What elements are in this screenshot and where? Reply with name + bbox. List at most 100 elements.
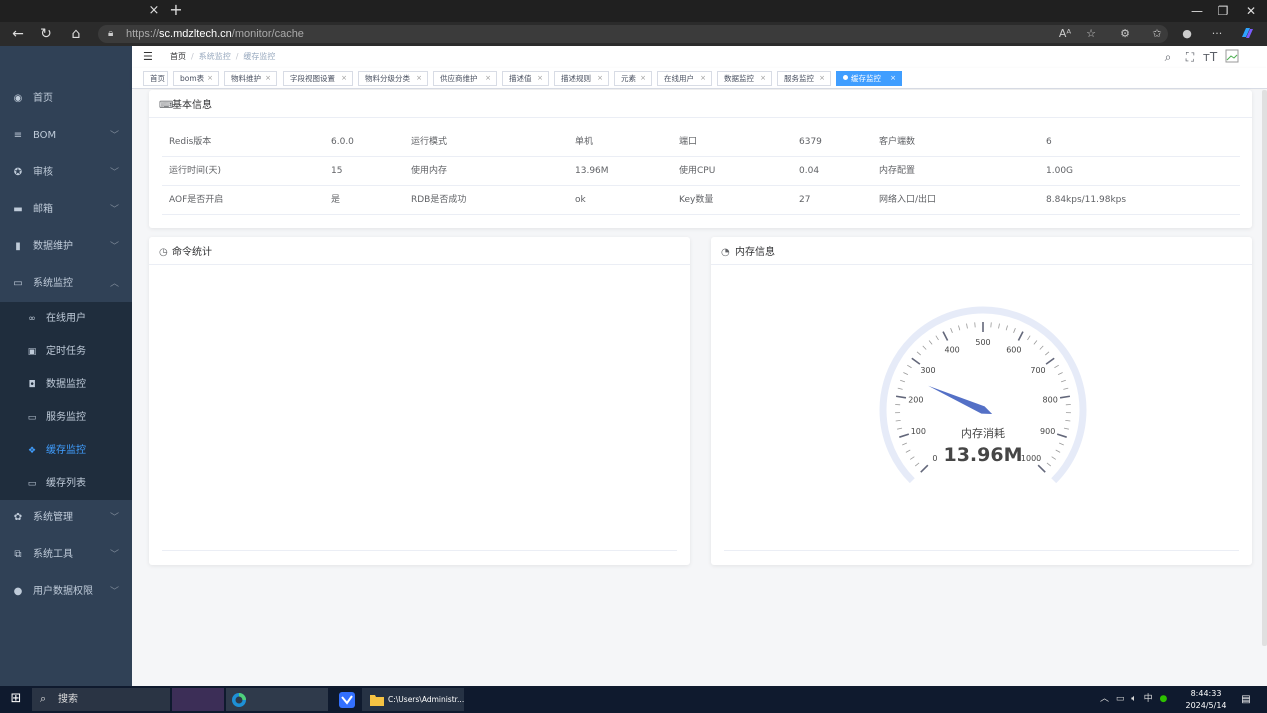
taskbar-edge-app[interactable] bbox=[226, 688, 328, 711]
sidebar-item-system-monitor[interactable]: ▭ 系统监控 ︿ bbox=[0, 266, 132, 303]
page-scrollbar[interactable] bbox=[1262, 90, 1267, 646]
gauge-pointer bbox=[928, 385, 993, 415]
sidebar-item-review[interactable]: ✪ 审核 ﹀ bbox=[0, 155, 132, 192]
sidebar-item-bom[interactable]: ≡ BOM ﹀ bbox=[0, 118, 132, 155]
sidebar-subitem-server-monitor[interactable]: ▭ 服务监控 bbox=[0, 401, 132, 434]
system-tray[interactable]: ︿ ▭ 🔈︎ 中 ● bbox=[1100, 690, 1167, 708]
sidebar-subitem-cache-monitor[interactable]: ❖ 缓存监控 bbox=[0, 434, 132, 467]
info-value: 1.00G bbox=[1046, 166, 1074, 176]
gauge-minor-tick bbox=[916, 351, 922, 356]
ime-indicator[interactable]: 中 bbox=[1144, 694, 1153, 704]
sidebar-item-data-maintenance[interactable]: ▮ 数据维护 ﹀ bbox=[0, 229, 132, 266]
network-icon[interactable]: ▭ bbox=[1116, 694, 1125, 704]
sidebar-item-system-tools[interactable]: ⧉ 系统工具 ﹀ bbox=[0, 537, 132, 574]
sidebar-subitem-scheduled-tasks[interactable]: ▣ 定时任务 bbox=[0, 335, 132, 368]
notification-icon[interactable]: ▤ bbox=[1238, 692, 1254, 708]
close-icon[interactable]: × bbox=[207, 72, 213, 85]
home-icon[interactable]: ⌂ bbox=[66, 25, 86, 43]
gauge-minor-tick bbox=[1054, 364, 1059, 369]
tag-supplier-maintenance[interactable]: 供应商维护 × bbox=[433, 71, 497, 86]
gauge-major-tick bbox=[1059, 395, 1071, 399]
tag-server-monitor[interactable]: 服务监控 × bbox=[777, 71, 831, 86]
tool-icon: ⧉ bbox=[14, 549, 22, 560]
close-window-icon[interactable]: ✕ bbox=[1240, 2, 1262, 20]
breadcrumb-parent: 系统监控 bbox=[198, 52, 231, 61]
tag-material-classification[interactable]: 物料分级分类 × bbox=[358, 71, 428, 86]
tag-field-view-settings[interactable]: 字段视图设置 × bbox=[283, 71, 353, 86]
sidebar-item-user-data-permission[interactable]: ● 用户数据权限 ﹀ bbox=[0, 574, 132, 611]
profile-avatar-icon[interactable]: ● bbox=[1178, 25, 1196, 43]
tag-material-maintenance[interactable]: 物料维护 × bbox=[224, 71, 277, 86]
tag-online-users[interactable]: 在线用户 × bbox=[657, 71, 712, 86]
gauge-major-tick bbox=[1017, 331, 1024, 341]
font-size-icon[interactable]: ᴛT bbox=[1202, 49, 1218, 65]
message-icon: ▬ bbox=[13, 204, 23, 215]
sidebar-subitem-data-monitor[interactable]: ◘ 数据监控 bbox=[0, 368, 132, 401]
taskbar-explorer-app[interactable]: C:\Users\Administr... bbox=[362, 688, 464, 711]
back-icon[interactable]: ← bbox=[8, 25, 28, 43]
breadcrumb-home[interactable]: 首页 bbox=[170, 52, 186, 61]
gauge-major-tick bbox=[942, 331, 949, 341]
tag-element[interactable]: 元素 × bbox=[614, 71, 652, 86]
taskbar-feishu-icon[interactable] bbox=[336, 688, 358, 711]
copilot-icon[interactable] bbox=[1238, 25, 1256, 43]
fullscreen-icon[interactable]: ⛶ bbox=[1182, 49, 1198, 65]
close-icon[interactable]: × bbox=[760, 72, 766, 85]
restore-icon[interactable]: ❐ bbox=[1212, 2, 1234, 20]
more-menu-icon[interactable]: ··· bbox=[1208, 25, 1226, 43]
taskbar-widget-icon[interactable] bbox=[172, 688, 224, 711]
gauge-tick-label: 200 bbox=[908, 395, 923, 404]
sidebar-subitem-online-users[interactable]: ∞ 在线用户 bbox=[0, 302, 132, 335]
close-icon[interactable]: × bbox=[265, 72, 271, 85]
volume-icon[interactable]: 🔈︎ bbox=[1131, 694, 1136, 704]
tag-home[interactable]: 首页 bbox=[143, 71, 168, 86]
url-text[interactable]: https://sc.mdzltech.cn/monitor/cache bbox=[126, 25, 304, 43]
clock-time[interactable]: 8:44:33 bbox=[1188, 688, 1224, 699]
chevron-down-icon: ﹀ bbox=[110, 168, 120, 178]
windows-start-icon[interactable]: ⊞ bbox=[8, 691, 24, 707]
sidebar-item-system-management[interactable]: ✿ 系统管理 ﹀ bbox=[0, 500, 132, 537]
gauge-minor-tick bbox=[1046, 462, 1052, 467]
gear-icon: ✪ bbox=[13, 167, 23, 178]
extensions-icon[interactable]: ⚙ bbox=[1116, 25, 1134, 43]
avatar[interactable] bbox=[1224, 49, 1240, 65]
close-icon[interactable]: × bbox=[485, 72, 491, 85]
info-value: 6 bbox=[1046, 137, 1052, 147]
sidebar-subitem-cache-list[interactable]: ▭ 缓存列表 bbox=[0, 467, 132, 500]
favorite-star-icon[interactable]: ☆ bbox=[1082, 25, 1100, 43]
tab-close-button[interactable]: × bbox=[146, 3, 162, 19]
clock-date[interactable]: 2024/5/14 bbox=[1184, 700, 1228, 711]
close-icon[interactable]: × bbox=[597, 72, 603, 85]
info-label: AOF是否开启 bbox=[169, 195, 224, 205]
new-tab-button[interactable]: + bbox=[168, 2, 184, 18]
gauge-tick-label: 0 bbox=[932, 454, 937, 463]
tag-cache-monitor[interactable]: 缓存监控 × bbox=[836, 71, 902, 86]
close-icon[interactable]: × bbox=[537, 72, 543, 85]
minimize-icon[interactable]: — bbox=[1186, 2, 1208, 20]
lock-icon[interactable]: 🔒︎ bbox=[108, 27, 118, 41]
close-icon[interactable]: × bbox=[416, 72, 422, 85]
browser-tab-strip bbox=[0, 0, 1267, 22]
search-icon[interactable]: ⌕ bbox=[1160, 49, 1176, 65]
reload-icon[interactable]: ↻ bbox=[36, 25, 56, 43]
tag-description-rule[interactable]: 描述规则 × bbox=[554, 71, 609, 86]
tag-description-value[interactable]: 描述值 × bbox=[502, 71, 549, 86]
gauge-minor-tick bbox=[966, 323, 968, 329]
read-aloud-icon[interactable]: Aᴬ bbox=[1056, 25, 1074, 43]
tag-bom[interactable]: bom表 × bbox=[173, 71, 219, 86]
favorites-icon[interactable]: ✩ bbox=[1148, 25, 1166, 43]
hamburger-icon[interactable]: ☰ bbox=[143, 50, 155, 64]
close-icon[interactable]: × bbox=[700, 72, 706, 85]
gauge-minor-tick bbox=[1065, 420, 1071, 422]
tag-data-monitor[interactable]: 数据监控 × bbox=[717, 71, 772, 86]
sidebar-item-home[interactable]: ◉ 首页 bbox=[0, 81, 132, 118]
wechat-icon[interactable]: ● bbox=[1159, 694, 1167, 704]
close-icon[interactable]: × bbox=[890, 72, 896, 85]
tray-chevron-up-icon[interactable]: ︿ bbox=[1100, 694, 1109, 704]
sidebar-item-mailbox[interactable]: ▬ 邮箱 ﹀ bbox=[0, 192, 132, 229]
close-icon[interactable]: × bbox=[640, 72, 646, 85]
close-icon[interactable]: × bbox=[819, 72, 825, 85]
gauge-minor-tick bbox=[900, 379, 906, 383]
close-icon[interactable]: × bbox=[341, 72, 347, 85]
info-label: 使用内存 bbox=[411, 166, 448, 176]
